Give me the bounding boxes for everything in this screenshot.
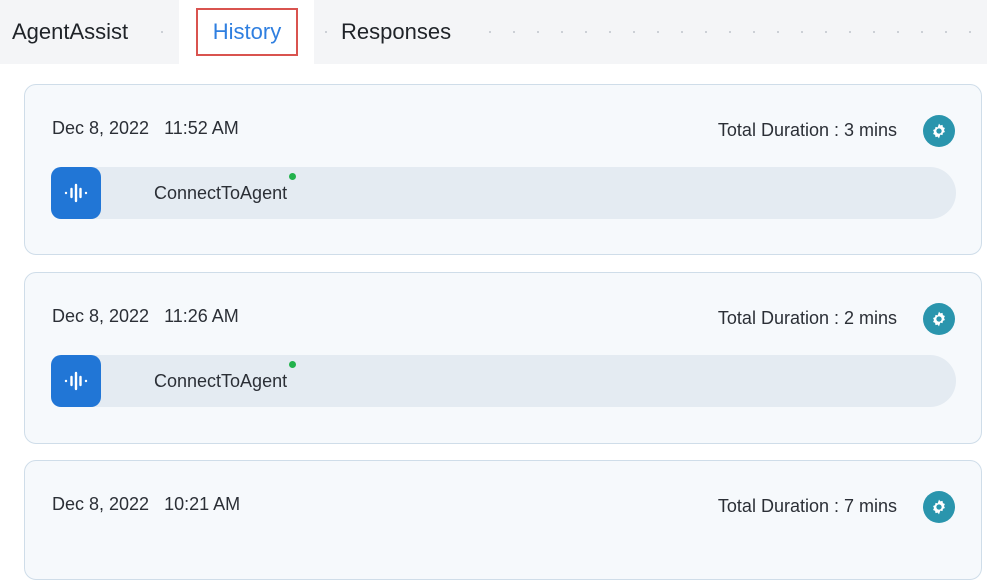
- history-card[interactable]: Dec 8, 2022 11:26 AM Total Duration : 2 …: [24, 272, 982, 444]
- tab-agentassist[interactable]: AgentAssist: [12, 0, 128, 64]
- tab-separator: [314, 31, 338, 33]
- interaction-row[interactable]: ConnectToAgent: [51, 355, 956, 407]
- status-dot: [289, 361, 296, 368]
- gear-icon[interactable]: [923, 303, 955, 335]
- voice-wave-icon[interactable]: [51, 355, 101, 407]
- history-duration: Total Duration : 3 mins: [717, 120, 897, 140]
- history-card[interactable]: Dec 8, 2022 10:21 AM Total Duration : 7 …: [24, 460, 982, 580]
- history-duration: Total Duration : 2 mins: [717, 308, 897, 328]
- status-dot: [289, 173, 296, 180]
- history-date: Dec 8, 2022 11:52 AM: [52, 118, 239, 138]
- history-duration: Total Duration : 7 mins: [717, 496, 897, 516]
- tab-separator: [150, 31, 178, 33]
- history-card[interactable]: Dec 8, 2022 11:52 AM Total Duration : 3 …: [24, 84, 982, 255]
- interaction-label: ConnectToAgent: [154, 371, 288, 391]
- gear-icon[interactable]: [923, 491, 955, 523]
- gear-icon[interactable]: [923, 115, 955, 147]
- history-date: Dec 8, 2022 11:26 AM: [52, 306, 239, 326]
- tab-responses[interactable]: Responses: [341, 0, 451, 64]
- history-date: Dec 8, 2022 10:21 AM: [52, 494, 241, 514]
- voice-wave-icon[interactable]: [51, 167, 101, 219]
- tab-bar: AgentAssist History Responses: [0, 0, 987, 64]
- tab-history[interactable]: History: [196, 8, 298, 56]
- interaction-label: ConnectToAgent: [154, 183, 288, 203]
- tab-separator: [478, 31, 983, 33]
- interaction-row[interactable]: ConnectToAgent: [51, 167, 956, 219]
